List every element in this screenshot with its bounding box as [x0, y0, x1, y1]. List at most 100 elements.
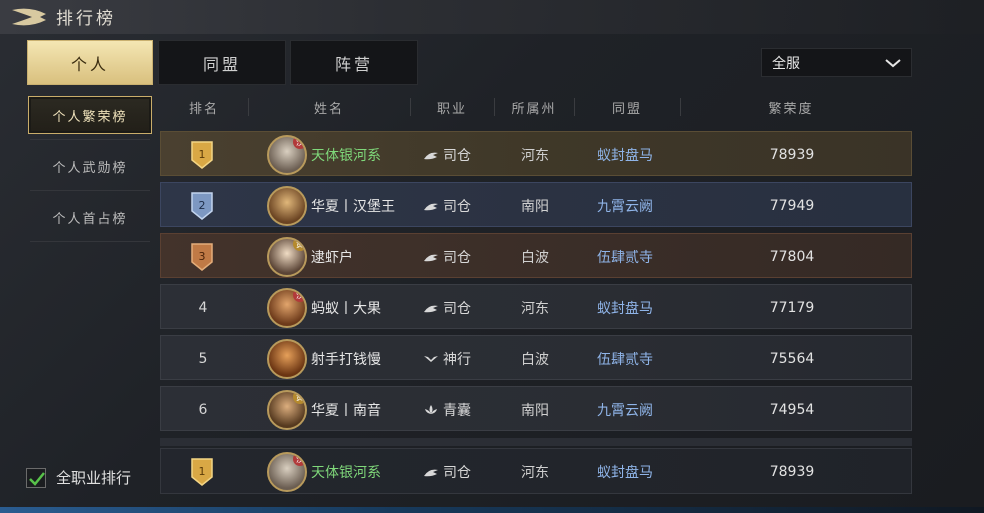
faction-tag: 黄 [293, 239, 305, 251]
table-row[interactable]: 3 黄 逮虾户 司仓 白波 伍肆贰寺 77804 [160, 233, 912, 278]
player-name[interactable]: 华夏丨汉堡王 [311, 183, 395, 228]
check-icon [29, 471, 45, 486]
player-name[interactable]: 蚂蚁丨大果 [311, 285, 381, 330]
alliance-link[interactable]: 蚁封盘马 [597, 285, 653, 330]
bird-icon [424, 355, 438, 362]
header-name: 姓名 [313, 101, 344, 117]
alliance-link[interactable]: 伍肆贰寺 [597, 336, 653, 381]
sidebar-item-prosperity[interactable]: 个人繁荣榜 [28, 96, 152, 134]
table-row[interactable]: 2 华夏丨汉堡王 司仓 南阳 九霄云阙 77949 [160, 182, 912, 227]
tab-personal[interactable]: 个人 [27, 40, 153, 85]
faction-tag: 汉 [293, 454, 305, 466]
alliance-link[interactable]: 蚁封盘马 [597, 132, 653, 177]
rank-number: 5 [198, 350, 208, 367]
faction-tag: 汉 [293, 137, 305, 149]
avatar[interactable]: 黄 [267, 237, 307, 277]
chevron-down-icon [885, 59, 901, 68]
gold-rank-badge-icon: 1 [191, 141, 213, 169]
header-region: 所属州 [511, 101, 557, 117]
player-name[interactable]: 天体银河系 [311, 449, 381, 494]
alliance-link[interactable]: 伍肆贰寺 [597, 234, 653, 279]
table-row[interactable]: 6 黄 华夏丨南音 青囊 南阳 九霄云阙 74954 [160, 386, 912, 431]
job-label: 青囊 [443, 402, 471, 419]
faction-tag: 黄 [293, 392, 305, 404]
region-cell: 河东 [521, 464, 549, 481]
table-row[interactable]: 4 汉 蚂蚁丨大果 司仓 河东 蚁封盘马 77179 [160, 284, 912, 329]
player-name[interactable]: 天体银河系 [311, 132, 381, 177]
tab-alliance[interactable]: 同盟 [158, 40, 286, 85]
table-row[interactable]: 5 射手打钱慢 神行 白波 伍肆贰寺 75564 [160, 335, 912, 380]
player-name[interactable]: 逮虾户 [311, 234, 353, 279]
player-name[interactable]: 射手打钱慢 [311, 336, 381, 381]
region-cell: 南阳 [521, 198, 549, 215]
svg-text:2: 2 [199, 199, 206, 212]
job-cell: 神行 [423, 336, 471, 381]
region-cell: 南阳 [521, 402, 549, 419]
avatar[interactable]: 汉 [267, 452, 307, 492]
all-job-toggle[interactable]: 全职业排行 [26, 467, 131, 488]
avatar[interactable]: 汉 [267, 288, 307, 328]
region-cell: 白波 [521, 249, 549, 266]
score-cell: 77949 [769, 197, 815, 214]
header-alliance: 同盟 [611, 101, 642, 117]
avatar[interactable] [267, 186, 307, 226]
sidebar-item-merit[interactable]: 个人武勋榜 [28, 147, 152, 185]
job-label: 司仓 [443, 300, 471, 317]
region-cell: 白波 [521, 351, 549, 368]
job-label: 司仓 [443, 249, 471, 266]
bronze-rank-badge-icon: 3 [191, 243, 213, 271]
silver-rank-badge-icon: 2 [191, 192, 213, 220]
hand-icon [424, 469, 438, 476]
hand-icon [424, 305, 438, 312]
header-score: 繁荣度 [768, 101, 814, 117]
server-dropdown-value: 全服 [772, 55, 800, 72]
tab-camp[interactable]: 阵营 [290, 40, 418, 85]
job-cell: 司仓 [423, 234, 471, 279]
server-dropdown[interactable]: 全服 [761, 48, 912, 77]
bottom-edge [0, 507, 984, 513]
page-title: 排行榜 [56, 9, 116, 29]
sidebar-divider [30, 139, 150, 140]
score-cell: 78939 [769, 146, 815, 163]
region-cell: 河东 [521, 147, 549, 164]
my-rank-row[interactable]: 1 汉 天体银河系 司仓 河东 蚁封盘马 78939 [160, 448, 912, 494]
alliance-link[interactable]: 九霄云阙 [597, 387, 653, 432]
avatar[interactable] [267, 339, 307, 379]
header-rank: 排名 [188, 101, 219, 117]
job-cell: 司仓 [423, 132, 471, 177]
rank-number: 4 [198, 299, 208, 316]
svg-text:1: 1 [199, 465, 206, 478]
top-bar: 排行榜 [0, 0, 984, 34]
lotus-icon [425, 404, 437, 414]
score-cell: 78939 [769, 463, 815, 480]
sidebar-item-first-occupy[interactable]: 个人首占榜 [28, 198, 152, 236]
table-row[interactable]: 1 汉 天体银河系 司仓 河东 蚁封盘马 78939 [160, 131, 912, 176]
job-cell: 司仓 [423, 183, 471, 228]
svg-text:1: 1 [199, 148, 206, 161]
rank-number: 6 [198, 401, 208, 418]
job-cell: 青囊 [423, 387, 471, 432]
hand-icon [424, 254, 438, 261]
hand-icon [424, 203, 438, 210]
player-name[interactable]: 华夏丨南音 [311, 387, 381, 432]
back-arrow-icon[interactable] [10, 6, 48, 28]
table-header: 排名 姓名 职业 所属州 同盟 繁荣度 [160, 94, 912, 120]
job-cell: 司仓 [423, 449, 471, 494]
region-cell: 河东 [521, 300, 549, 317]
alliance-link[interactable]: 九霄云阙 [597, 183, 653, 228]
score-cell: 74954 [769, 401, 815, 418]
score-cell: 75564 [769, 350, 815, 367]
next-row-peek [160, 438, 912, 446]
header-job: 职业 [436, 101, 467, 117]
sidebar-divider [30, 241, 150, 242]
all-job-label: 全职业排行 [56, 469, 132, 487]
all-job-checkbox[interactable] [26, 467, 46, 488]
hand-icon [424, 152, 438, 159]
svg-text:3: 3 [199, 250, 206, 263]
job-label: 司仓 [443, 464, 471, 481]
job-label: 司仓 [443, 198, 471, 215]
avatar[interactable]: 汉 [267, 135, 307, 175]
avatar[interactable]: 黄 [267, 390, 307, 430]
score-cell: 77804 [769, 248, 815, 265]
alliance-link[interactable]: 蚁封盘马 [597, 449, 653, 494]
